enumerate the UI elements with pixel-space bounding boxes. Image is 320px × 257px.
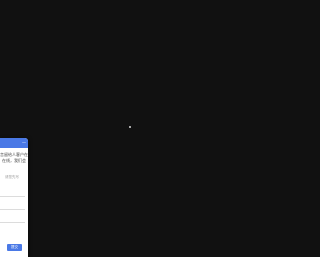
message-field-line[interactable] (0, 196, 25, 197)
submit-button[interactable]: 提交 (7, 244, 22, 251)
panel-message: 言留给人客户在 在线，我们会 (0, 152, 28, 164)
cursor-dot (129, 126, 131, 128)
panel-header: — (0, 138, 28, 148)
message-field-hint[interactable]: 请您先写 (5, 175, 19, 180)
email-field-line[interactable] (0, 222, 25, 223)
contact-field-line[interactable] (0, 209, 25, 210)
panel-message-line-2: 在线，我们会 (2, 158, 26, 163)
minus-icon[interactable]: — (22, 141, 26, 145)
chat-leave-message-panel: — 言留给人客户在 在线，我们会 请您先写 提交 (0, 138, 28, 257)
desktop-screen: — 言留给人客户在 在线，我们会 请您先写 提交 (0, 0, 258, 257)
